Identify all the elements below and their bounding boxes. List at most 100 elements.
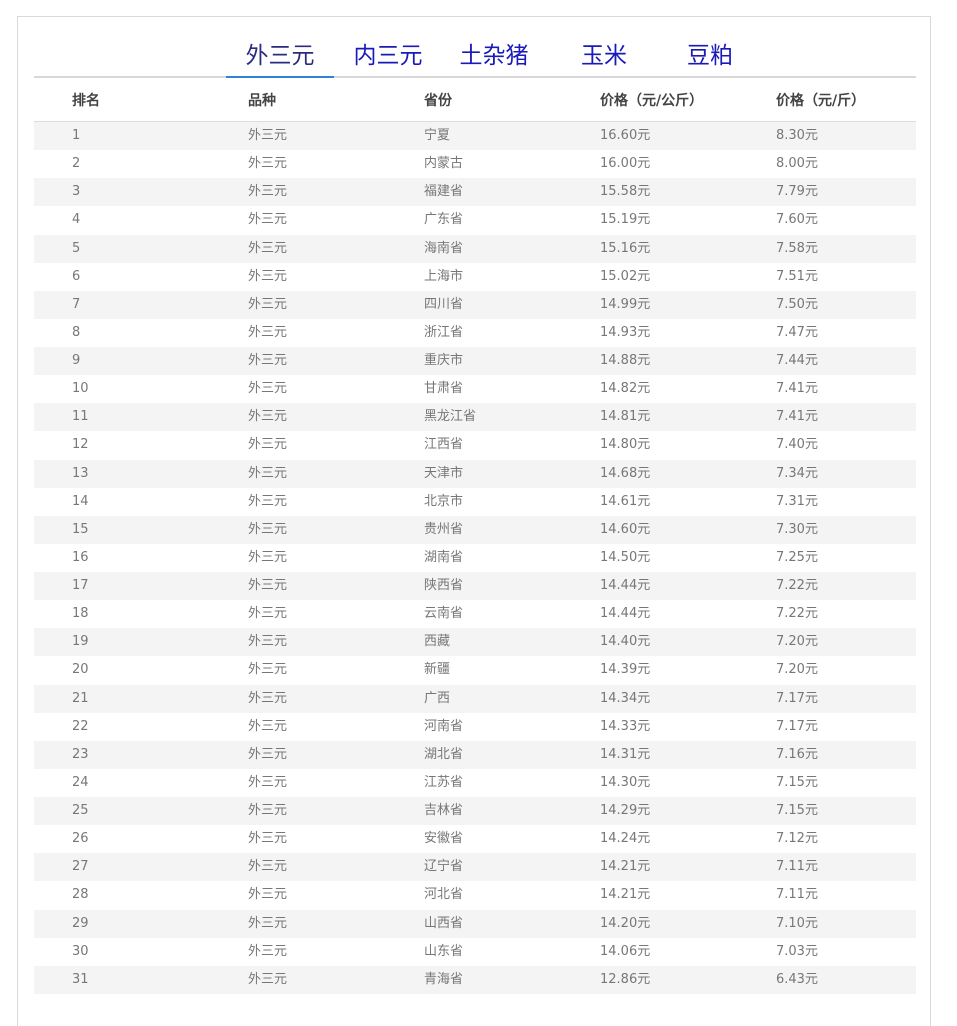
price-per-kg-cell: 14.68元	[600, 465, 651, 481]
province-cell: 北京市	[424, 493, 464, 509]
table-row: 6 外三元 上海市 15.02元 7.51元	[34, 263, 916, 291]
variety-cell: 外三元	[248, 971, 288, 987]
rank-cell: 3	[72, 184, 81, 200]
variety-cell: 外三元	[248, 296, 288, 312]
province-cell: 河北省	[424, 887, 464, 903]
tab-dou-po[interactable]: 豆粕	[680, 36, 740, 76]
price-per-jin-cell: 7.30元	[776, 521, 818, 537]
variety-cell: 外三元	[248, 746, 288, 762]
rank-cell: 6	[72, 268, 81, 284]
table-row: 21 外三元 广西 14.34元 7.17元	[34, 684, 916, 713]
province-cell: 贵州省	[424, 521, 464, 537]
price-per-jin-cell: 7.12元	[776, 831, 818, 847]
column-header-price-per-kg: 价格（元/公斤）	[600, 93, 704, 109]
table-row: 28 外三元 河北省 14.21元 7.11元	[34, 881, 916, 909]
price-per-kg-cell: 14.93元	[600, 324, 651, 340]
rank-cell: 12	[72, 437, 89, 453]
variety-cell: 外三元	[248, 240, 288, 256]
product-tabs: 外三元 内三元 土杂猪 玉米 豆粕	[34, 36, 916, 78]
price-per-jin-cell: 7.34元	[776, 465, 818, 481]
rank-cell: 1	[72, 128, 81, 143]
province-cell: 吉林省	[424, 803, 464, 818]
province-cell: 宁夏	[424, 128, 451, 143]
rank-cell: 20	[72, 662, 89, 678]
rank-cell: 16	[72, 549, 89, 565]
variety-cell: 外三元	[248, 324, 288, 340]
price-per-kg-cell: 14.60元	[600, 521, 651, 537]
table-row: 23 外三元 湖北省 14.31元 7.16元	[34, 740, 916, 769]
rank-cell: 27	[72, 859, 89, 875]
price-per-jin-cell: 7.03元	[776, 943, 818, 959]
price-per-kg-cell: 14.33元	[600, 718, 651, 734]
column-header-rank: 排名	[72, 93, 100, 109]
price-per-jin-cell: 7.22元	[776, 606, 818, 622]
rank-cell: 10	[72, 381, 89, 397]
price-per-jin-cell: 7.11元	[776, 859, 818, 875]
variety-cell: 外三元	[248, 634, 288, 650]
price-per-kg-cell: 14.24元	[600, 831, 651, 847]
province-cell: 辽宁省	[424, 859, 464, 875]
variety-cell: 外三元	[248, 465, 288, 481]
rank-cell: 23	[72, 746, 89, 762]
price-per-jin-cell: 8.30元	[776, 128, 818, 143]
province-cell: 新疆	[424, 662, 451, 678]
price-per-jin-cell: 7.17元	[776, 718, 818, 734]
price-per-kg-cell: 14.34元	[600, 690, 651, 706]
rank-cell: 5	[72, 240, 81, 256]
variety-cell: 外三元	[248, 437, 288, 453]
rank-cell: 17	[72, 578, 89, 593]
price-per-kg-cell: 14.20元	[600, 915, 651, 931]
price-per-jin-cell: 6.43元	[776, 971, 818, 987]
price-per-kg-cell: 12.86元	[600, 971, 651, 987]
column-header-province: 省份	[424, 93, 452, 109]
price-per-jin-cell: 7.60元	[776, 212, 818, 228]
variety-cell: 外三元	[248, 859, 288, 875]
table-row: 14 外三元 北京市 14.61元 7.31元	[34, 488, 916, 516]
price-per-kg-cell: 15.16元	[600, 240, 651, 256]
table-row: 22 外三元 河南省 14.33元 7.17元	[34, 713, 916, 741]
price-per-kg-cell: 15.19元	[600, 212, 651, 228]
tab-wai-san-yuan[interactable]: 外三元	[226, 36, 334, 78]
price-per-kg-cell: 14.40元	[600, 634, 651, 650]
province-cell: 山西省	[424, 915, 464, 931]
price-per-jin-cell: 7.40元	[776, 437, 818, 453]
price-per-kg-cell: 16.60元	[600, 128, 651, 143]
price-per-kg-cell: 14.21元	[600, 887, 651, 903]
variety-cell: 外三元	[248, 662, 288, 678]
rank-cell: 25	[72, 803, 89, 818]
province-cell: 天津市	[424, 465, 464, 481]
price-per-jin-cell: 7.58元	[776, 240, 818, 256]
province-cell: 甘肃省	[424, 381, 464, 397]
province-cell: 广东省	[424, 212, 464, 228]
variety-cell: 外三元	[248, 128, 288, 143]
variety-cell: 外三元	[248, 774, 288, 790]
province-cell: 浙江省	[424, 324, 464, 340]
tab-yu-mi[interactable]: 玉米	[574, 36, 634, 76]
province-cell: 湖北省	[424, 746, 464, 762]
tab-tu-za-zhu[interactable]: 土杂猪	[458, 36, 530, 76]
table-row: 9 外三元 重庆市 14.88元 7.44元	[34, 347, 916, 376]
price-per-jin-cell: 7.20元	[776, 662, 818, 678]
price-per-jin-cell: 7.47元	[776, 324, 818, 340]
price-per-jin-cell: 7.17元	[776, 690, 818, 706]
variety-cell: 外三元	[248, 184, 288, 200]
table-row: 17 外三元 陕西省 14.44元 7.22元	[34, 572, 916, 601]
variety-cell: 外三元	[248, 578, 288, 593]
tab-nei-san-yuan[interactable]: 内三元	[352, 36, 424, 76]
price-per-kg-cell: 14.44元	[600, 606, 651, 622]
price-per-kg-cell: 14.80元	[600, 437, 651, 453]
price-per-kg-cell: 14.99元	[600, 296, 651, 312]
table-row: 16 外三元 湖南省 14.50元 7.25元	[34, 544, 916, 572]
province-cell: 河南省	[424, 718, 464, 734]
table-row: 13 外三元 天津市 14.68元 7.34元	[34, 459, 916, 488]
price-per-jin-cell: 7.41元	[776, 409, 818, 425]
variety-cell: 外三元	[248, 268, 288, 284]
price-per-kg-cell: 15.58元	[600, 184, 651, 200]
price-per-jin-cell: 7.11元	[776, 887, 818, 903]
column-header-variety: 品种	[248, 93, 276, 109]
rank-cell: 18	[72, 606, 89, 622]
rank-cell: 13	[72, 465, 89, 481]
rank-cell: 4	[72, 212, 81, 228]
province-cell: 陕西省	[424, 578, 464, 593]
variety-cell: 外三元	[248, 690, 288, 706]
